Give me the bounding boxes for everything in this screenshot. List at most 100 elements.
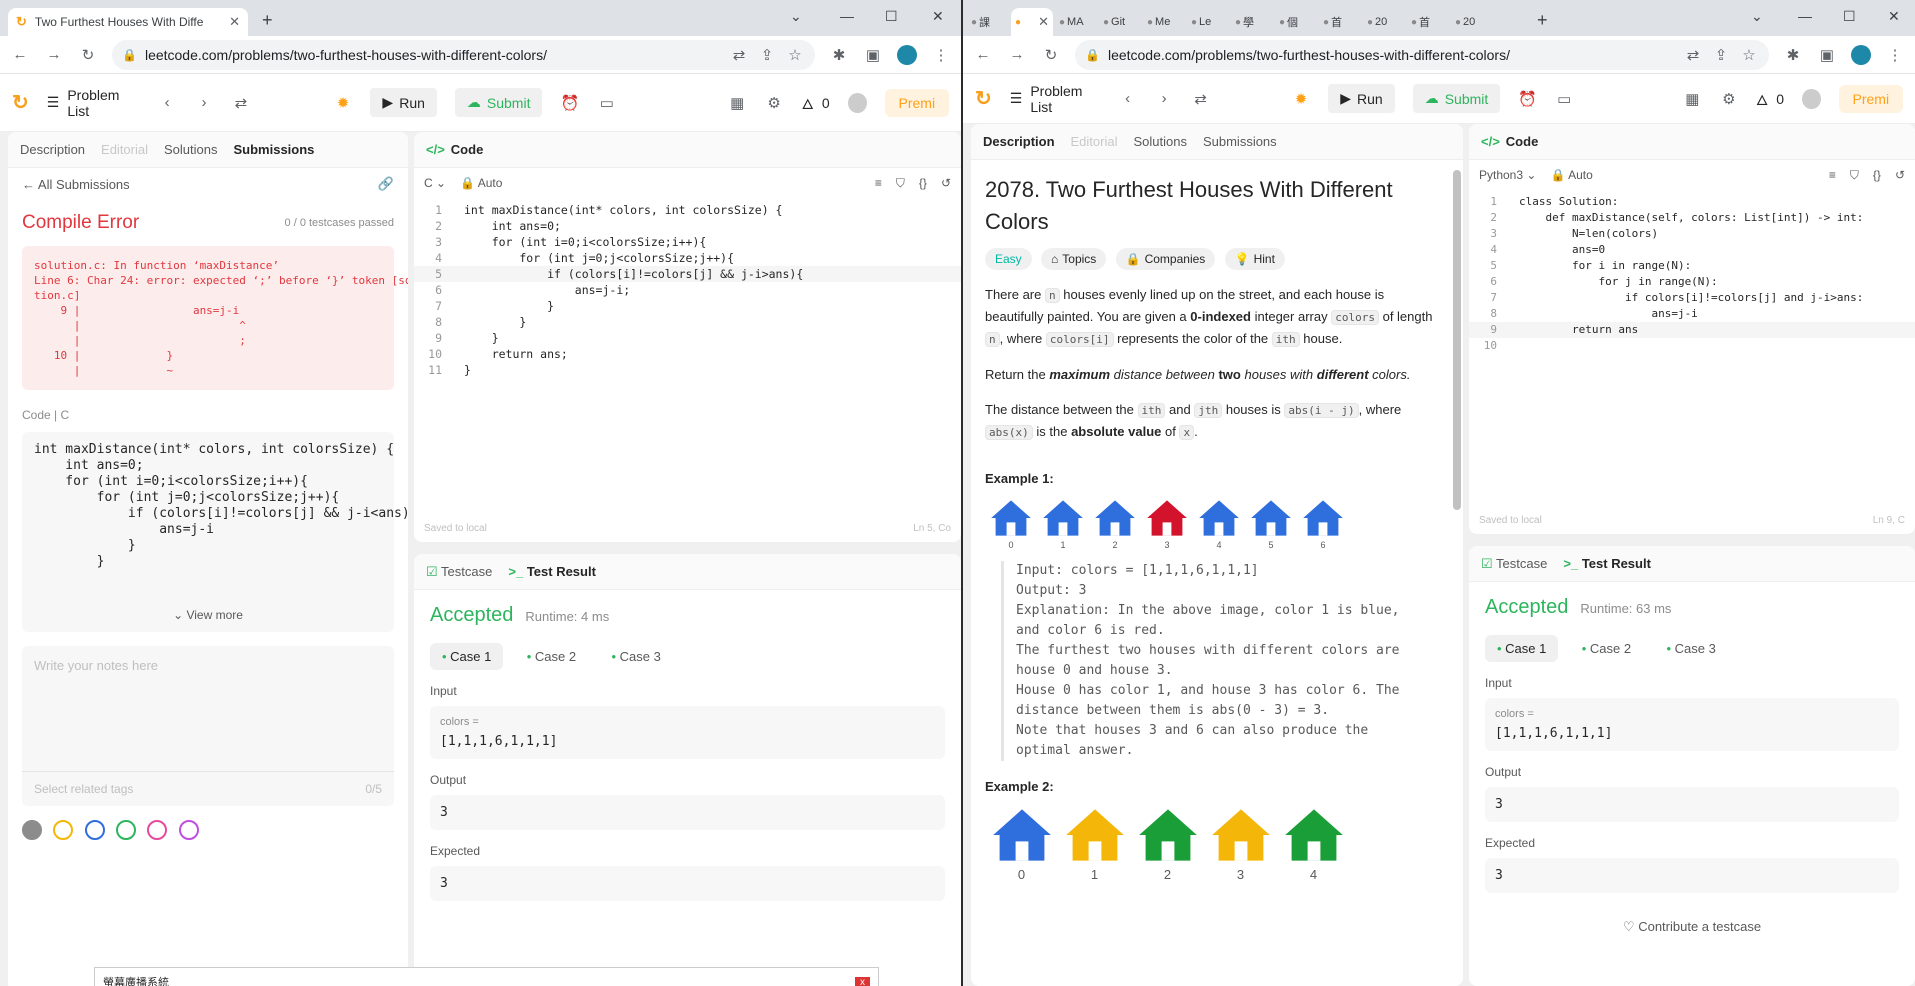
popup-close-icon[interactable]: x	[855, 976, 870, 986]
topics-button[interactable]: ⌂ Topics	[1041, 248, 1107, 270]
tags-selector[interactable]: Select related tags 0/5	[22, 771, 394, 806]
timer-icon[interactable]: ⏰	[1518, 90, 1537, 108]
format-icon[interactable]: ≡	[1829, 168, 1836, 182]
hint-button[interactable]: 💡 Hint	[1224, 248, 1285, 270]
translate-icon[interactable]: ⇄	[1683, 46, 1703, 64]
layout-icon[interactable]: ▦	[1683, 90, 1701, 108]
user-avatar[interactable]	[847, 92, 867, 113]
submit-button[interactable]: ☁ Submit	[454, 88, 543, 117]
browser-tab[interactable]: ● 首	[1407, 8, 1449, 36]
premium-button[interactable]: Premi	[884, 88, 950, 117]
case-2-tab[interactable]: Case 2	[515, 643, 588, 670]
format-icon[interactable]: ≡	[875, 176, 882, 190]
tab-solutions[interactable]: Solutions	[1133, 134, 1186, 149]
tab-solutions[interactable]: Solutions	[164, 142, 217, 157]
settings-gear-icon[interactable]: ⚙	[765, 94, 784, 112]
bookmark-icon[interactable]: ⛉	[896, 176, 905, 191]
browser-tab[interactable]: ● Me	[1143, 8, 1185, 36]
case-3-tab[interactable]: Case 3	[599, 643, 672, 670]
sidepanel-icon[interactable]: ▣	[1817, 46, 1837, 64]
color-purple-option[interactable]	[178, 820, 199, 840]
minimize-icon[interactable]: —	[840, 8, 854, 24]
browser-tab[interactable]: ● Le	[1187, 8, 1229, 36]
browser-tab[interactable]: ● 學	[1231, 8, 1273, 36]
close-window-icon[interactable]: ✕	[932, 8, 944, 25]
braces-icon[interactable]: {}	[1873, 168, 1881, 182]
extensions-icon[interactable]: ✱	[829, 46, 849, 64]
code-editor[interactable]: 1 int maxDistance(int* colors, int colors…	[414, 198, 961, 378]
contribute-testcase-button[interactable]: ♡ Contribute a testcase	[1485, 919, 1899, 935]
browser-tab[interactable]: ● MA	[1055, 8, 1097, 36]
browser-tab[interactable]: ● ✕	[1011, 8, 1053, 36]
tab-description[interactable]: Description	[20, 142, 85, 157]
address-bar[interactable]: 🔒 leetcode.com/problems/two-furthest-hou…	[112, 39, 815, 70]
color-green-option[interactable]	[116, 820, 137, 840]
shuffle-icon[interactable]: ⇄	[231, 94, 250, 112]
notes-area[interactable]: Write your notes here Select related tag…	[22, 646, 394, 806]
run-button[interactable]: ▶ Run	[1328, 84, 1395, 113]
extensions-icon[interactable]: ✱	[1783, 46, 1803, 64]
browser-tab[interactable]: ● 課	[967, 8, 1009, 36]
tab-test-result[interactable]: >_ Test Result	[1563, 556, 1651, 571]
browser-tab-active[interactable]: ↻ Two Furthest Houses With Diffe ✕	[8, 8, 248, 36]
menu-icon[interactable]: ⋮	[1885, 46, 1905, 64]
tab-test-result[interactable]: >_ Test Result	[508, 564, 596, 579]
case-1-tab[interactable]: Case 1	[1485, 635, 1559, 662]
browser-tab[interactable]: ● 20	[1363, 8, 1405, 36]
tab-editorial[interactable]: Editorial	[1071, 134, 1118, 149]
close-tab-icon[interactable]: ✕	[1038, 14, 1049, 30]
tab-submissions[interactable]: Submissions	[1203, 134, 1277, 149]
debug-icon[interactable]: ✹	[1292, 90, 1310, 108]
companies-button[interactable]: 🔒 Companies	[1115, 248, 1216, 270]
menu-icon[interactable]: ⋮	[931, 46, 951, 64]
color-pink-option[interactable]	[147, 820, 168, 840]
browser-tab[interactable]: ● 20	[1451, 8, 1493, 36]
language-select[interactable]: C ⌄	[424, 176, 446, 190]
tab-search-icon[interactable]: ⌄	[790, 8, 802, 25]
back-icon[interactable]: ←	[973, 46, 993, 63]
color-blue-option[interactable]	[84, 820, 105, 840]
code-editor[interactable]: 1 class Solution: 2 def maxDistance(self, …	[1469, 190, 1915, 354]
new-tab-icon[interactable]: +	[262, 10, 273, 31]
profile-avatar[interactable]	[1851, 44, 1871, 65]
tab-submissions[interactable]: Submissions	[233, 142, 314, 157]
auto-mode[interactable]: 🔒 Auto	[460, 176, 502, 190]
case-1-tab[interactable]: Case 1	[430, 643, 504, 670]
notes-icon[interactable]: ▭	[597, 94, 616, 112]
prev-problem-icon[interactable]: ‹	[1118, 90, 1136, 107]
forward-icon[interactable]: →	[44, 46, 64, 63]
case-3-tab[interactable]: Case 3	[1654, 635, 1727, 662]
new-tab-icon[interactable]: +	[1537, 10, 1548, 31]
shuffle-icon[interactable]: ⇄	[1191, 90, 1209, 108]
case-2-tab[interactable]: Case 2	[1570, 635, 1643, 662]
reset-icon[interactable]: ↺	[1895, 168, 1905, 182]
browser-tab[interactable]: ● 個	[1275, 8, 1317, 36]
tab-description[interactable]: Description	[983, 134, 1055, 149]
tab-editorial[interactable]: Editorial	[101, 142, 148, 157]
prev-problem-icon[interactable]: ‹	[158, 94, 177, 111]
browser-tab[interactable]: ● 首	[1319, 8, 1361, 36]
forward-icon[interactable]: →	[1007, 46, 1027, 63]
close-tab-icon[interactable]: ✕	[229, 14, 240, 30]
premium-button[interactable]: Premi	[1838, 84, 1904, 113]
sidepanel-icon[interactable]: ▣	[863, 46, 883, 64]
bookmark-star-icon[interactable]: ☆	[785, 46, 805, 64]
next-problem-icon[interactable]: ›	[195, 94, 214, 111]
close-window-icon[interactable]: ✕	[1888, 8, 1900, 25]
share-icon[interactable]: ⇪	[757, 46, 777, 64]
layout-icon[interactable]: ▦	[728, 94, 747, 112]
browser-tab[interactable]: ● Git	[1099, 8, 1141, 36]
run-button[interactable]: ▶ Run	[370, 88, 437, 117]
link-icon[interactable]: 🔗	[378, 176, 394, 192]
tab-search-icon[interactable]: ⌄	[1751, 8, 1763, 25]
color-gray-option[interactable]	[22, 820, 42, 840]
address-bar[interactable]: 🔒 leetcode.com/problems/two-furthest-hou…	[1075, 39, 1769, 70]
minimize-icon[interactable]: —	[1798, 8, 1812, 24]
description-scrollbar[interactable]	[1453, 170, 1461, 510]
reset-icon[interactable]: ↺	[941, 176, 951, 190]
language-select[interactable]: Python3 ⌄	[1479, 168, 1536, 182]
debug-icon[interactable]: ✹	[334, 94, 353, 112]
color-yellow-option[interactable]	[53, 820, 74, 840]
tab-testcase[interactable]: ☑ Testcase	[426, 564, 492, 580]
all-submissions-link[interactable]: ← All Submissions	[22, 177, 130, 192]
